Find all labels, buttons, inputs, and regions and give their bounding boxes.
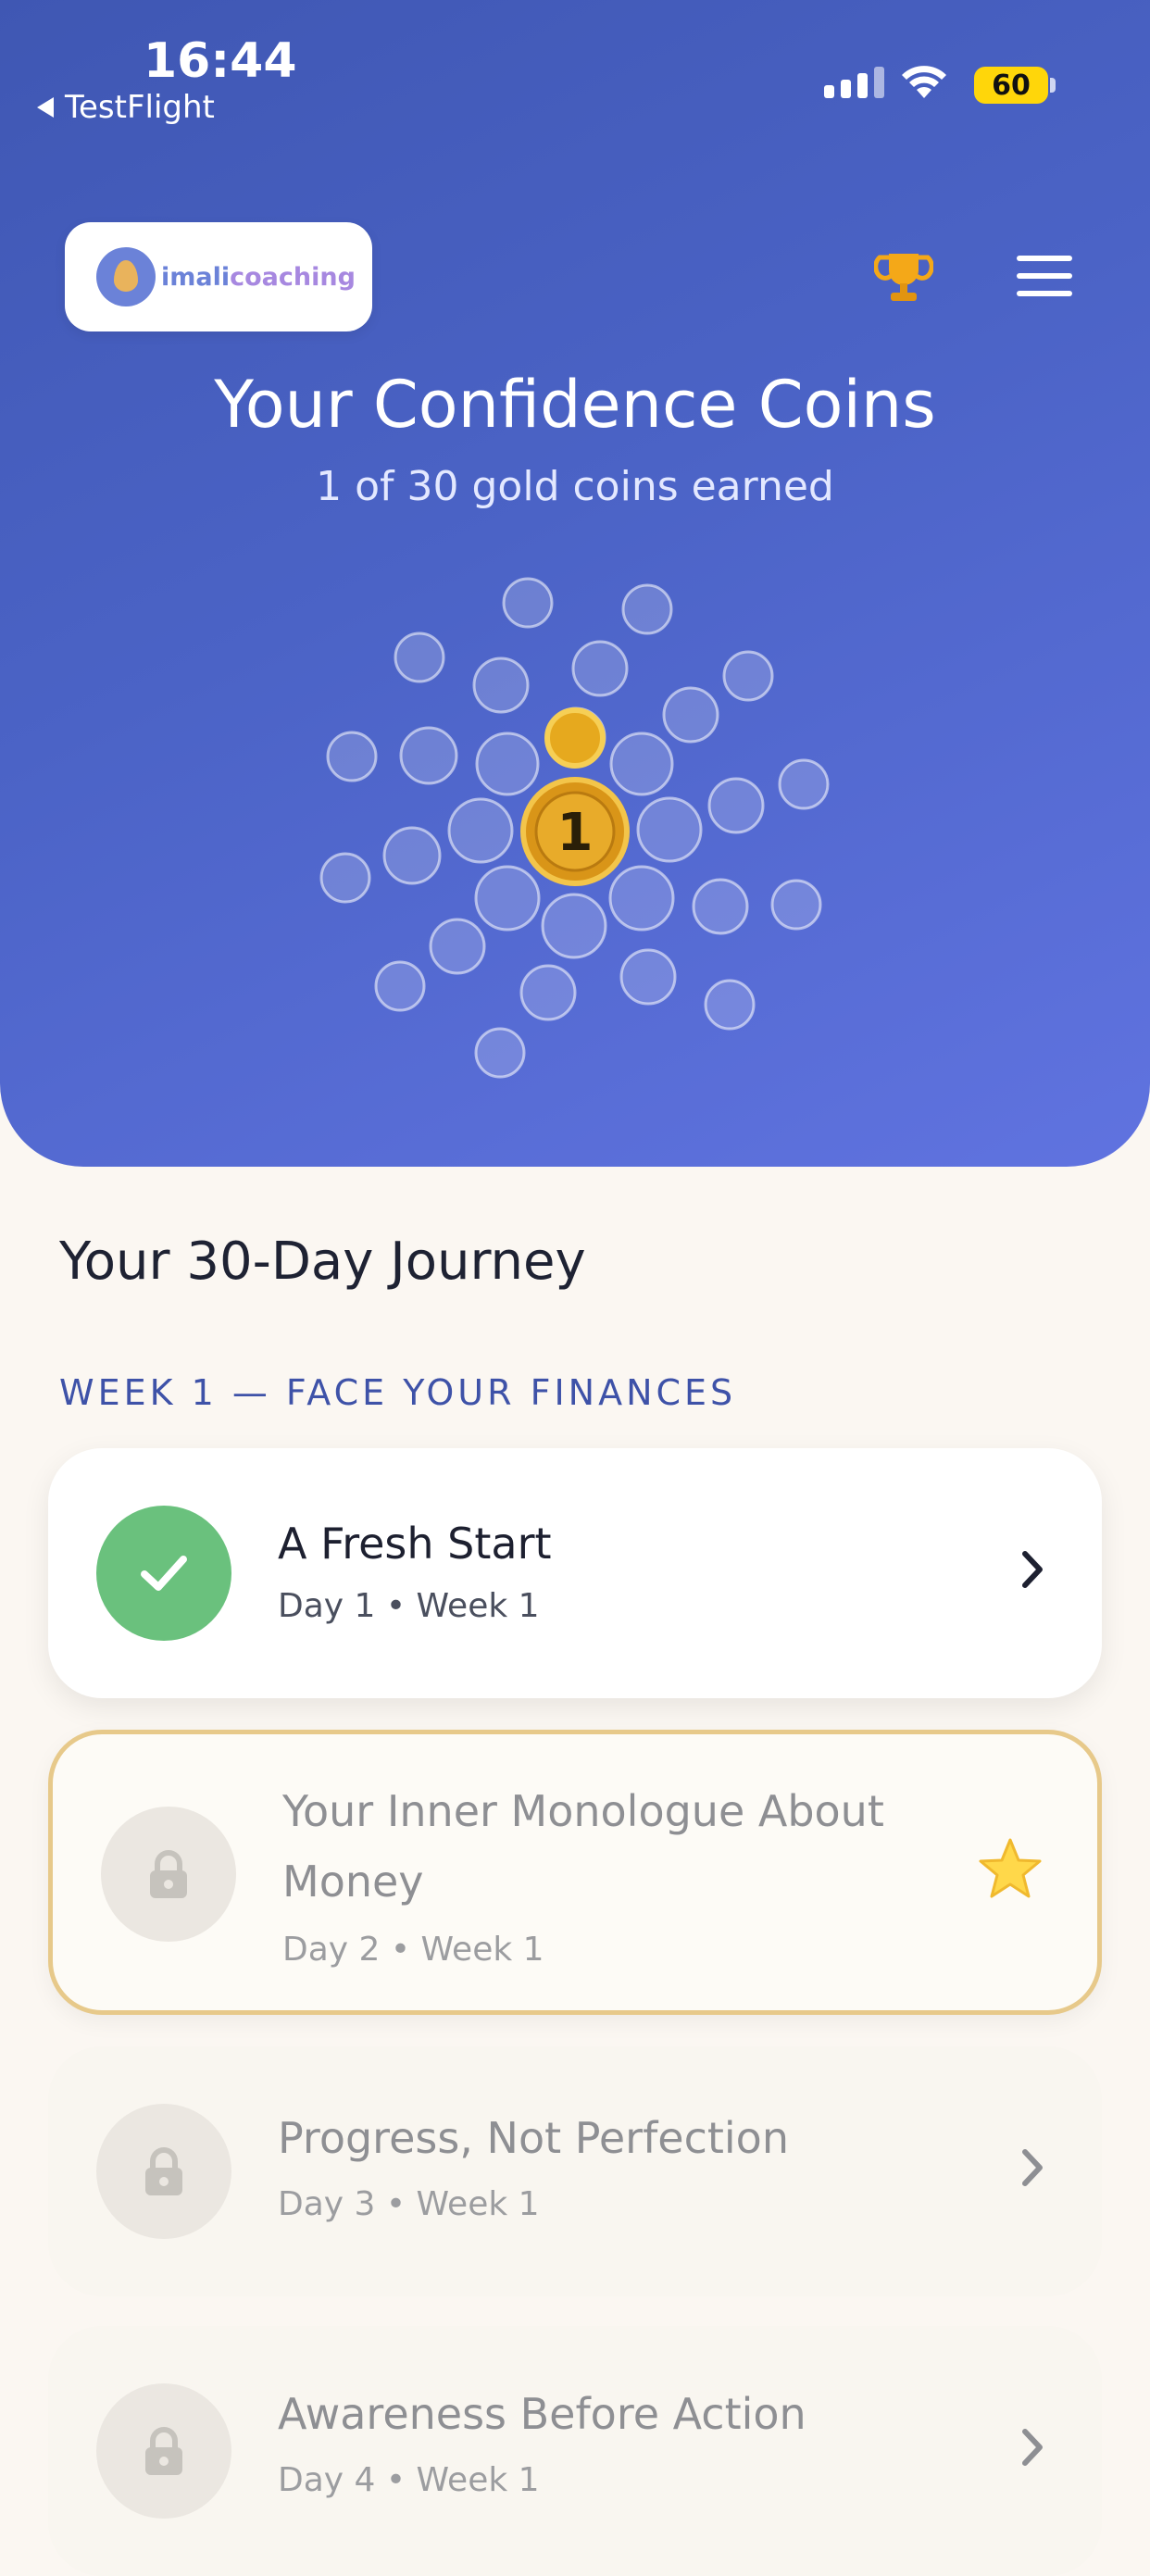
empty-coin-slot: [609, 732, 674, 796]
empty-coin-slot: [475, 732, 540, 796]
earned-gold-coin[interactable]: 1: [520, 777, 630, 886]
empty-coin-slot: [319, 852, 371, 904]
empty-coin-slot: [707, 777, 765, 834]
day-card-3[interactable]: Progress, Not Perfection Day 3 • Week 1: [48, 2046, 1102, 2296]
day-meta: Day 2 • Week 1: [282, 1931, 544, 1969]
gold-coin-small: [544, 707, 606, 769]
empty-coin-slot: [571, 640, 629, 697]
empty-coin-slot: [519, 964, 577, 1021]
day-meta: Day 3 • Week 1: [278, 2185, 540, 2223]
day-card-4[interactable]: Awareness Before Action Day 4 • Week 1: [48, 2326, 1102, 2576]
day-title-line-2: Money: [282, 1857, 424, 1907]
empty-coin-slot: [636, 796, 703, 863]
day-title: Your Inner Monologue About: [282, 1786, 884, 1836]
day-meta: Day 1 • Week 1: [278, 1587, 540, 1625]
empty-coin-slot: [722, 650, 774, 702]
chevron-right-icon: [1022, 2149, 1043, 2186]
day-card-1[interactable]: A Fresh Start Day 1 • Week 1: [48, 1448, 1102, 1698]
completed-check-icon: [96, 1506, 231, 1641]
empty-coin-slot: [692, 878, 749, 935]
lock-icon: [96, 2383, 231, 2519]
journey-title: Your 30-Day Journey: [59, 1232, 586, 1292]
empty-coin-slot: [770, 879, 822, 931]
empty-coin-slot: [619, 948, 677, 1006]
chevron-right-icon: [1022, 2429, 1043, 2466]
week-label: WEEK 1 — FACE YOUR FINANCES: [59, 1372, 737, 1413]
star-icon: [979, 1838, 1042, 1898]
empty-coin-slot: [474, 865, 541, 932]
empty-coin-slot: [382, 826, 442, 885]
coin-number: 1: [557, 803, 594, 863]
empty-coin-slot: [326, 731, 378, 782]
empty-coin-slot: [541, 893, 607, 959]
hero-header: 16:44 TestFlight 60 imalicoaching Your C…: [0, 0, 1150, 1167]
empty-coin-slot: [704, 979, 756, 1031]
lock-icon: [101, 1807, 236, 1942]
empty-coin-slot: [429, 918, 486, 975]
day-title: Awareness Before Action: [278, 2389, 806, 2439]
empty-coin-slot: [447, 797, 514, 864]
empty-coin-slot: [472, 657, 530, 714]
empty-coin-slot: [399, 726, 458, 785]
empty-coin-slot: [502, 577, 554, 629]
empty-coin-slot: [394, 631, 445, 683]
empty-coin-slot: [662, 686, 719, 744]
empty-coin-slot: [374, 960, 426, 1012]
empty-coin-slot: [474, 1027, 526, 1079]
chevron-right-icon: [1022, 1551, 1043, 1588]
empty-coin-slot: [621, 583, 673, 635]
day-title: Progress, Not Perfection: [278, 2113, 789, 2163]
day-meta: Day 4 • Week 1: [278, 2461, 540, 2499]
day-card-2[interactable]: Your Inner Monologue About Money Day 2 •…: [48, 1730, 1102, 2015]
empty-coin-slot: [608, 865, 675, 932]
empty-coin-slot: [778, 758, 830, 810]
day-title: A Fresh Start: [278, 1519, 552, 1569]
lock-icon: [96, 2104, 231, 2239]
coin-cluster: 1: [319, 577, 830, 1079]
